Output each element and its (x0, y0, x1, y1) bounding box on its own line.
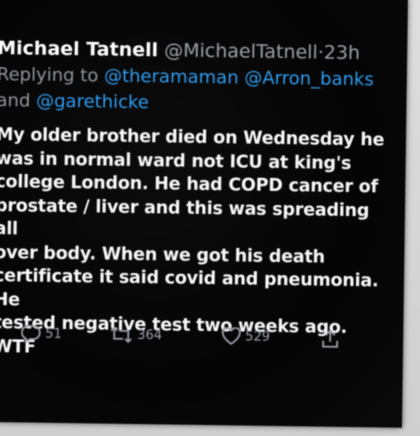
timestamp[interactable]: 23h (324, 42, 361, 65)
share-icon (322, 329, 339, 348)
heart-icon (221, 327, 241, 345)
tweet-text-line: certificate it said covid and pneumonia.… (0, 266, 379, 310)
reply-button[interactable]: 51 (21, 324, 62, 343)
retweet-button[interactable]: 364 (109, 326, 162, 345)
replying-to-label: Replying to (0, 64, 99, 87)
photo-frame: Michael Tatnell @MichaelTatnell·23h Repl… (0, 0, 420, 436)
mention-link[interactable]: @garethicke (36, 91, 149, 114)
retweet-icon (110, 326, 132, 344)
reply-count: 51 (45, 326, 62, 342)
tweet[interactable]: Michael Tatnell @MichaelTatnell·23h Repl… (0, 36, 397, 365)
phone-screen: Michael Tatnell @MichaelTatnell·23h Repl… (0, 0, 408, 428)
share-button[interactable] (321, 329, 339, 349)
mention-link[interactable]: @Arron_banks (244, 68, 374, 91)
like-button[interactable]: 529 (221, 327, 270, 346)
retweet-count: 364 (137, 327, 163, 343)
replying-to: Replying to @theramaman @Arron_banks and… (0, 62, 397, 120)
like-count: 529 (245, 329, 271, 345)
reply-icon (21, 325, 41, 343)
and-label: and (0, 90, 31, 112)
author-name[interactable]: Michael Tatnell (0, 37, 158, 61)
tweet-header: Michael Tatnell @MichaelTatnell·23h (0, 36, 397, 66)
mention-link[interactable]: @theramaman (104, 66, 239, 89)
author-handle[interactable]: @MichaelTatnell (164, 39, 318, 63)
tweet-text-line: prostate / liver and this was spreading … (0, 195, 370, 240)
